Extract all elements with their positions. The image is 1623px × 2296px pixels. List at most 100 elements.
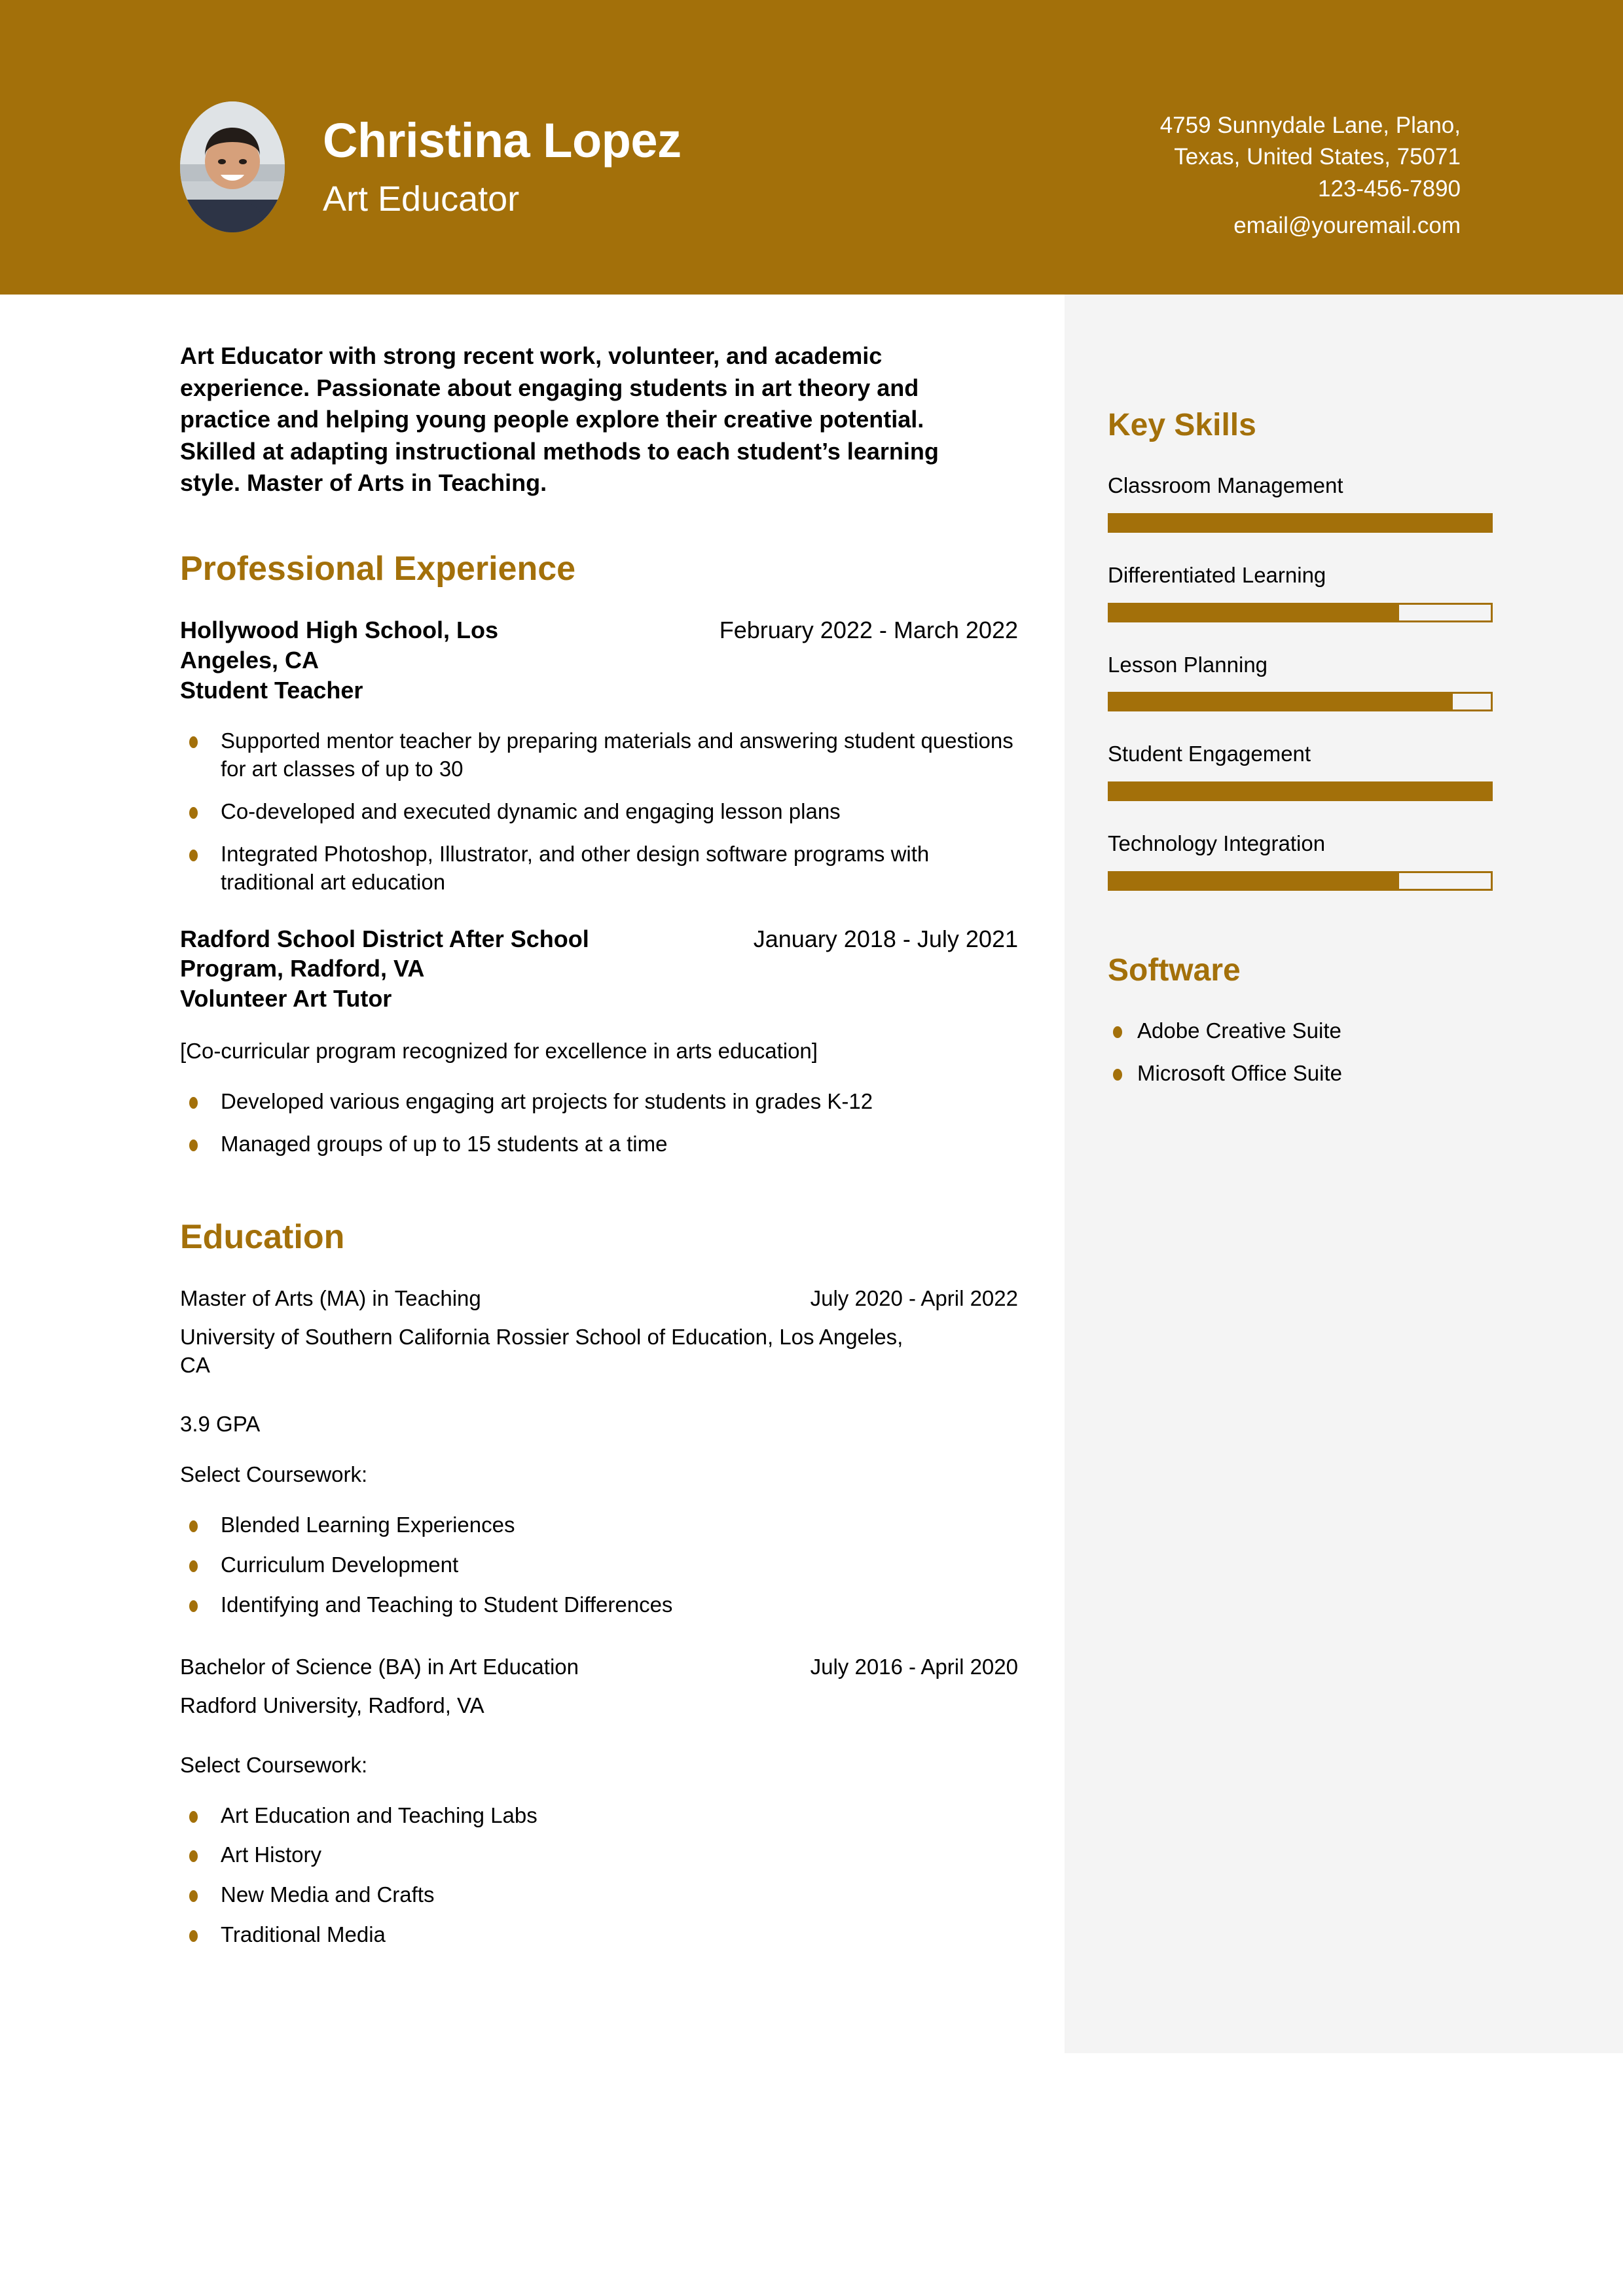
experience-note: [Co-curricular program recognized for ex…: [180, 1038, 818, 1063]
bullet-dot-icon: [189, 1096, 198, 1109]
list-item: Microsoft Office Suite: [1108, 1060, 1501, 1088]
bullet-dot-icon: [189, 1520, 198, 1533]
skill-item: Classroom Management: [1108, 472, 1501, 533]
employer-name: Hollywood High School, Los Angeles, CA: [180, 617, 498, 673]
bullet-text: Managed groups of up to 15 students at a…: [221, 1131, 668, 1156]
resume-page: Christina Lopez Art Educator 4759 Sunnyd…: [0, 0, 1623, 2296]
section-title-software: Software: [1108, 953, 1241, 988]
bullet-dot-icon: [189, 849, 198, 861]
list-item: Identifying and Teaching to Student Diff…: [180, 1591, 1018, 1619]
skill-label: Technology Integration: [1108, 831, 1326, 856]
skill-progress-bar: [1108, 512, 1493, 533]
professional-summary: Art Educator with strong recent work, vo…: [180, 342, 939, 497]
software-list: Adobe Creative Suite Microsoft Office Su…: [1108, 1017, 1501, 1088]
education-header-row: Master of Arts (MA) in Teaching July 202…: [180, 1285, 1018, 1313]
education-dates: July 2020 - April 2022: [810, 1285, 1018, 1310]
section-title-key-skills: Key Skills: [1108, 408, 1256, 442]
bullet-dot-icon: [189, 736, 198, 749]
list-item: Integrated Photoshop, Illustrator, and o…: [180, 840, 1018, 897]
skill-progress-fill: [1110, 783, 1491, 800]
bullet-text: Supported mentor teacher by preparing ma…: [221, 728, 1013, 781]
school-name: Radford University, Radford, VA: [180, 1693, 484, 1717]
list-item: Blended Learning Experiences: [180, 1511, 1018, 1539]
contact-info: 4759 Sunnydale Lane, Plano, Texas, Unite…: [1160, 110, 1461, 242]
list-item: Art History: [180, 1841, 1018, 1869]
contact-email[interactable]: email@youremail.com: [1160, 210, 1461, 242]
skill-progress-fill: [1110, 604, 1400, 620]
coursework-item: New Media and Crafts: [221, 1882, 435, 1907]
education-dates: July 2016 - April 2020: [810, 1654, 1018, 1679]
coursework-item: Traditional Media: [221, 1922, 386, 1947]
skill-progress-fill: [1110, 514, 1491, 531]
employment-dates: February 2022 - March 2022: [719, 617, 1018, 644]
bullet-dot-icon: [189, 1810, 198, 1823]
employer-name: Radford School District After School Pro…: [180, 925, 589, 982]
skill-progress-bar: [1108, 602, 1493, 622]
main-column: Art Educator with strong recent work, vo…: [180, 340, 1018, 1961]
software-item: Adobe Creative Suite: [1137, 1018, 1341, 1043]
coursework-item: Blended Learning Experiences: [221, 1513, 515, 1537]
skill-label: Lesson Planning: [1108, 652, 1268, 677]
skill-progress-fill: [1110, 694, 1453, 710]
skill-item: Lesson Planning: [1108, 651, 1501, 712]
list-item: Art Education and Teaching Labs: [180, 1802, 1018, 1830]
bullet-dot-icon: [189, 1600, 198, 1613]
bullet-dot-icon: [189, 1139, 198, 1151]
degree-name: Master of Arts (MA) in Teaching: [180, 1285, 481, 1310]
contact-phone[interactable]: 123-456-7890: [1160, 173, 1461, 205]
list-item: Curriculum Development: [180, 1551, 1018, 1579]
list-item: Supported mentor teacher by preparing ma…: [180, 727, 1018, 783]
experience-entry: Radford School District After School Pro…: [180, 924, 1018, 1158]
skill-progress-fill: [1110, 873, 1400, 889]
contact-address-line2: Texas, United States, 75071: [1174, 144, 1461, 170]
contact-address-line1: 4759 Sunnydale Lane, Plano,: [1159, 113, 1461, 138]
coursework-item: Art Education and Teaching Labs: [221, 1803, 538, 1827]
candidate-name: Christina Lopez: [323, 113, 682, 168]
list-item: New Media and Crafts: [180, 1881, 1018, 1909]
experience-header-row: Radford School District After School Pro…: [180, 924, 1018, 984]
coursework-label: Select Coursework:: [180, 1462, 368, 1487]
coursework-list: Blended Learning Experiences Curriculum …: [180, 1511, 1018, 1619]
skill-progress-bar: [1108, 692, 1493, 712]
coursework-item: Identifying and Teaching to Student Diff…: [221, 1592, 673, 1617]
name-block: Christina Lopez Art Educator: [323, 113, 682, 219]
bullet-dot-icon: [189, 1930, 198, 1943]
list-item: Managed groups of up to 15 students at a…: [180, 1130, 1018, 1158]
school-name: University of Southern California Rossie…: [180, 1324, 903, 1377]
coursework-item: Art History: [221, 1842, 322, 1867]
experience-entry: Hollywood High School, Los Angeles, CA F…: [180, 615, 1018, 897]
education-entry: Bachelor of Science (BA) in Art Educatio…: [180, 1653, 1018, 1949]
bullet-text: Developed various engaging art projects …: [221, 1088, 873, 1113]
education-entry: Master of Arts (MA) in Teaching July 202…: [180, 1285, 1018, 1619]
portrait-photo-icon: [180, 101, 285, 232]
bullet-dot-icon: [189, 807, 198, 819]
degree-name: Bachelor of Science (BA) in Art Educatio…: [180, 1654, 579, 1679]
header-identity: Christina Lopez Art Educator: [180, 101, 682, 232]
skill-label: Student Engagement: [1108, 742, 1311, 766]
bullet-dot-icon: [189, 1560, 198, 1573]
job-position: Student Teacher: [180, 676, 363, 704]
experience-header-row: Hollywood High School, Los Angeles, CA F…: [180, 615, 1018, 675]
avatar: [180, 101, 285, 232]
experience-bullet-list: Developed various engaging art projects …: [180, 1088, 1018, 1158]
skill-item: Technology Integration: [1108, 830, 1501, 891]
bullet-text: Integrated Photoshop, Illustrator, and o…: [221, 841, 930, 894]
experience-bullet-list: Supported mentor teacher by preparing ma…: [180, 727, 1018, 896]
skill-item: Differentiated Learning: [1108, 562, 1501, 622]
header-banner: Christina Lopez Art Educator 4759 Sunnyd…: [0, 0, 1623, 295]
candidate-role: Art Educator: [323, 179, 520, 219]
gpa-value: 3.9 GPA: [180, 1412, 261, 1437]
section-title-experience: Professional Experience: [180, 549, 576, 588]
bullet-dot-icon: [189, 1850, 198, 1863]
sidebar-content: Key Skills Classroom Management Differen…: [1108, 408, 1501, 1102]
bullet-text: Co-developed and executed dynamic and en…: [221, 799, 841, 824]
coursework-list: Art Education and Teaching Labs Art Hist…: [180, 1802, 1018, 1950]
bullet-dot-icon: [189, 1890, 198, 1903]
skill-label: Differentiated Learning: [1108, 562, 1326, 587]
list-item: Adobe Creative Suite: [1108, 1017, 1501, 1045]
list-item: Co-developed and executed dynamic and en…: [180, 798, 1018, 826]
employment-dates: January 2018 - July 2021: [753, 925, 1018, 952]
skill-item: Student Engagement: [1108, 740, 1501, 802]
skill-progress-bar: [1108, 781, 1493, 802]
coursework-label: Select Coursework:: [180, 1752, 368, 1777]
